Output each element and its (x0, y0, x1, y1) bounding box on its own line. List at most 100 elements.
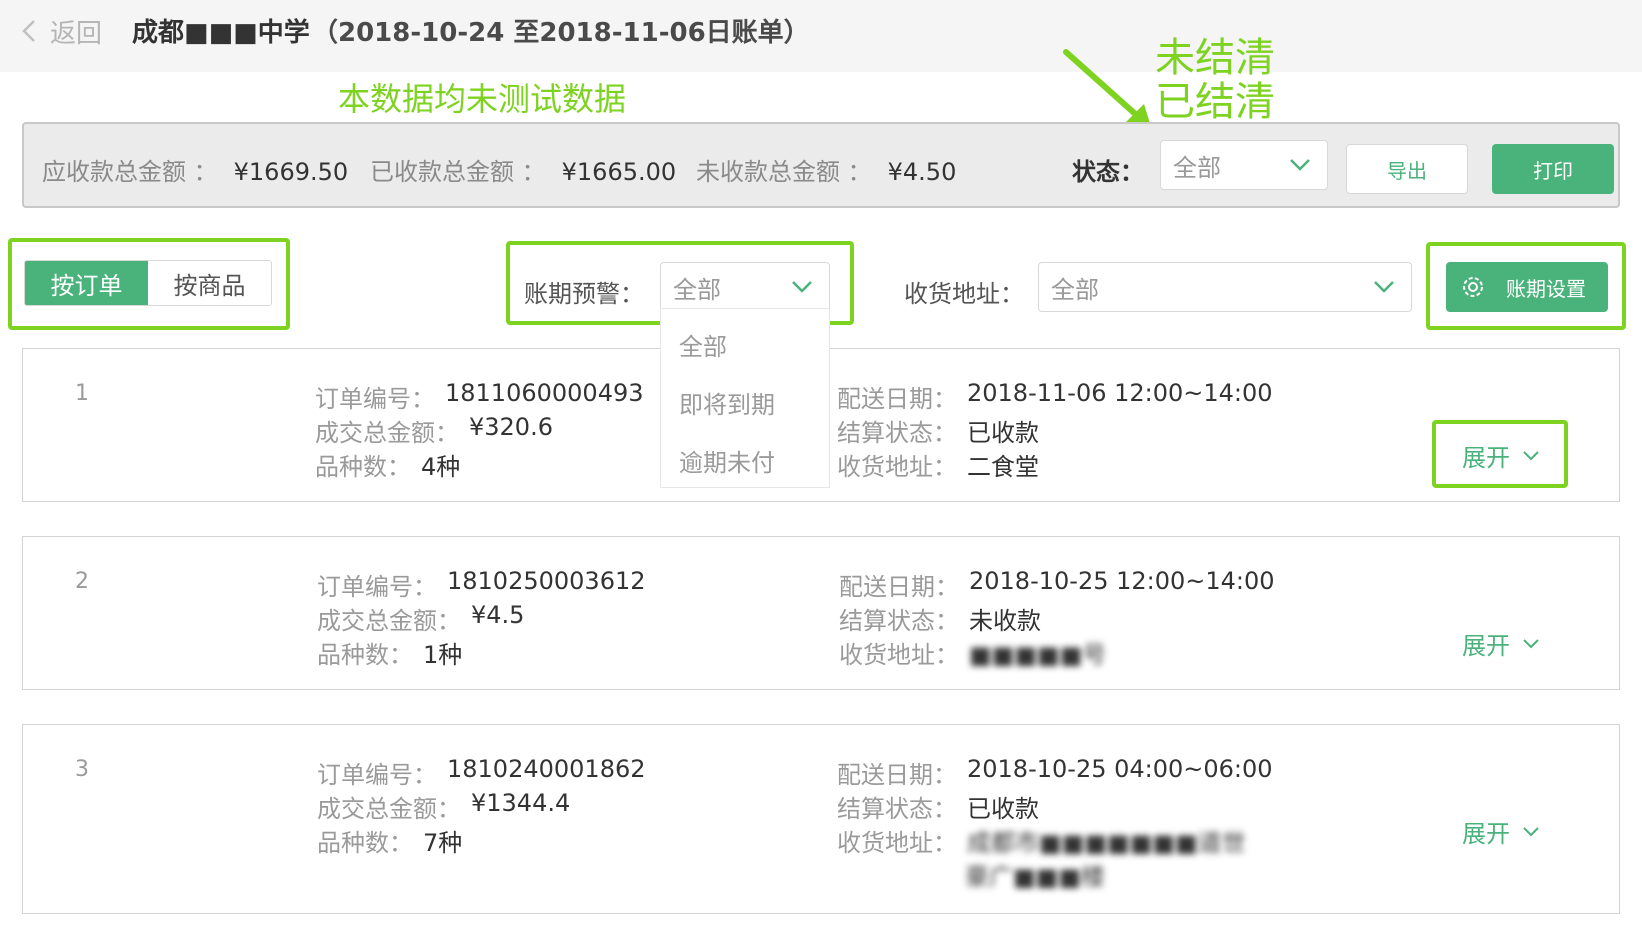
chevron-down-icon (1290, 159, 1310, 171)
order-kinds-label: 品种数： (317, 829, 413, 857)
expand-label: 展开 (1462, 444, 1510, 472)
order-index: 1 (75, 381, 89, 406)
order-amount-label: 成交总金额： (317, 795, 461, 823)
order-amount-label: 成交总金额： (317, 607, 461, 635)
delivery-address-line2: 豪广■■■楼 (955, 857, 1105, 892)
by-order-tab[interactable]: 按订单 (25, 261, 148, 305)
period-warning-select[interactable]: 全部 (660, 262, 830, 312)
order-kinds-value: 4种 (421, 453, 461, 481)
chevron-down-icon (1523, 826, 1539, 836)
settle-status-value: 未收款 (969, 607, 1041, 635)
delivery-address-label: 收货地址： (839, 641, 959, 669)
delivery-date-label: 配送日期： (837, 385, 957, 413)
delivery-address: 收货地址： ■■■■■号 (839, 635, 1106, 670)
period-settings-label: 账期设置 (1506, 276, 1586, 301)
expand-button[interactable]: 展开 (1462, 626, 1540, 661)
delivery-address: 收货地址： 二食堂 (837, 447, 1039, 482)
received-total: 已收款总金额 ： ¥1665.00 (370, 152, 676, 187)
delivery-date-value: 2018-11-06 12:00~14:00 (967, 379, 1273, 407)
chevron-left-icon (22, 20, 35, 42)
receivable-value: ¥1669.50 (233, 158, 349, 186)
status-select-value: 全部 (1173, 153, 1221, 182)
address-filter-select[interactable]: 全部 (1038, 262, 1412, 312)
received-label: 已收款总金额 ： (370, 158, 546, 186)
chevron-down-icon (1523, 638, 1539, 648)
settle-status: 结算状态： 已收款 (837, 789, 1039, 824)
order-number: 订单编号： 1810250003612 (317, 567, 646, 602)
order-amount-value: ¥4.5 (471, 601, 525, 629)
print-button[interactable]: 打印 (1492, 144, 1614, 194)
delivery-address-value: 成都市■■■■■■■道世 (967, 829, 1246, 857)
delivery-address-value: ■■■■■号 (969, 641, 1107, 669)
period-settings-button[interactable]: 账期设置 (1446, 262, 1608, 312)
expand-label: 展开 (1462, 632, 1510, 660)
page-subtitle: （2018-10-24 至2018-11-06日账单） (312, 18, 810, 48)
delivery-address-label: 收货地址： (837, 453, 957, 481)
period-warning-value: 全部 (673, 275, 721, 304)
order-kinds: 品种数： 1种 (317, 635, 462, 670)
back-button[interactable]: 返回 (20, 14, 102, 49)
order-amount: 成交总金额： ¥320.6 (315, 413, 553, 448)
chevron-down-icon (792, 281, 812, 293)
summary-bar: 应收款总金额 ： ¥1669.50 已收款总金额 ： ¥1665.00 未收款总… (22, 122, 1620, 208)
delivery-date-label: 配送日期： (837, 761, 957, 789)
order-index: 2 (75, 569, 89, 594)
order-kinds: 品种数： 4种 (315, 447, 460, 482)
status-select[interactable]: 全部 (1160, 140, 1328, 190)
order-kinds: 品种数： 7种 (317, 823, 462, 858)
expand-button[interactable]: 展开 (1462, 438, 1540, 473)
unreceived-value: ¥4.50 (887, 158, 957, 186)
page-title: 成都■■■中学 (132, 18, 310, 48)
delivery-date-label: 配送日期： (839, 573, 959, 601)
unreceived-label: 未收款总金额 ： (696, 158, 872, 186)
order-amount-value: ¥1344.4 (471, 789, 571, 817)
chevron-down-icon (1523, 450, 1539, 460)
settle-status-value: 已收款 (967, 795, 1039, 823)
export-button[interactable]: 导出 (1346, 144, 1468, 194)
order-number-label: 订单编号： (317, 761, 437, 789)
top-bar: 返回 成都■■■中学 （2018-10-24 至2018-11-06日账单） (0, 0, 1642, 72)
order-number: 订单编号： 1810240001862 (317, 755, 646, 790)
delivery-address-line2-value: 豪广■■■楼 (965, 863, 1106, 891)
settle-status-label: 结算状态： (837, 795, 957, 823)
receivable-total: 应收款总金额 ： ¥1669.50 (42, 152, 348, 187)
address-filter-value: 全部 (1051, 275, 1099, 304)
delivery-address: 收货地址： 成都市■■■■■■■道世 (837, 823, 1246, 858)
order-number-label: 订单编号： (315, 385, 435, 413)
order-card: 2 订单编号： 1810250003612 成交总金额： ¥4.5 品种数： 1种 配… (22, 536, 1620, 690)
chevron-down-icon (1374, 281, 1394, 293)
order-amount-label: 成交总金额： (315, 419, 459, 447)
settle-status-value: 已收款 (967, 419, 1039, 447)
order-number-value: 1811060000493 (445, 379, 644, 407)
view-toggle: 按订单 按商品 (24, 260, 272, 306)
by-product-tab[interactable]: 按商品 (148, 261, 271, 305)
address-filter-label: 收货地址： (904, 280, 1024, 308)
order-kinds-value: 1种 (423, 641, 463, 669)
annotation-status-options: 未结清 已结清 (1155, 36, 1275, 124)
delivery-date: 配送日期： 2018-11-06 12:00~14:00 (837, 379, 1273, 414)
dropdown-option-overdue[interactable]: 逾期未付 (679, 443, 775, 478)
order-kinds-value: 7种 (423, 829, 463, 857)
delivery-date: 配送日期： 2018-10-25 04:00~06:00 (837, 755, 1273, 790)
delivery-date: 配送日期： 2018-10-25 12:00~14:00 (839, 567, 1275, 602)
received-value: ¥1665.00 (561, 158, 677, 186)
dropdown-option-due-soon[interactable]: 即将到期 (679, 385, 775, 420)
order-card: 3 订单编号： 1810240001862 成交总金额： ¥1344.4 品种数： 7… (22, 724, 1620, 914)
settle-status: 结算状态： 已收款 (837, 413, 1039, 448)
expand-label: 展开 (1462, 820, 1510, 848)
order-amount-value: ¥320.6 (469, 413, 553, 441)
order-number-label: 订单编号： (317, 573, 437, 601)
order-amount: 成交总金额： ¥4.5 (317, 601, 524, 636)
settle-status: 结算状态： 未收款 (839, 601, 1041, 636)
dropdown-option-all[interactable]: 全部 (679, 327, 727, 362)
delivery-address-label: 收货地址： (837, 829, 957, 857)
period-warning-label: 账期预警： (524, 280, 644, 308)
expand-button[interactable]: 展开 (1462, 814, 1540, 849)
delivery-date-value: 2018-10-25 04:00~06:00 (967, 755, 1273, 783)
status-label: 状态： (1072, 158, 1144, 186)
order-index: 3 (75, 757, 89, 782)
order-kinds-label: 品种数： (317, 641, 413, 669)
unreceived-total: 未收款总金额 ： ¥4.50 (696, 152, 956, 187)
delivery-address-value: 二食堂 (967, 453, 1039, 481)
annotation-status-settled: 已结清 (1155, 79, 1275, 125)
